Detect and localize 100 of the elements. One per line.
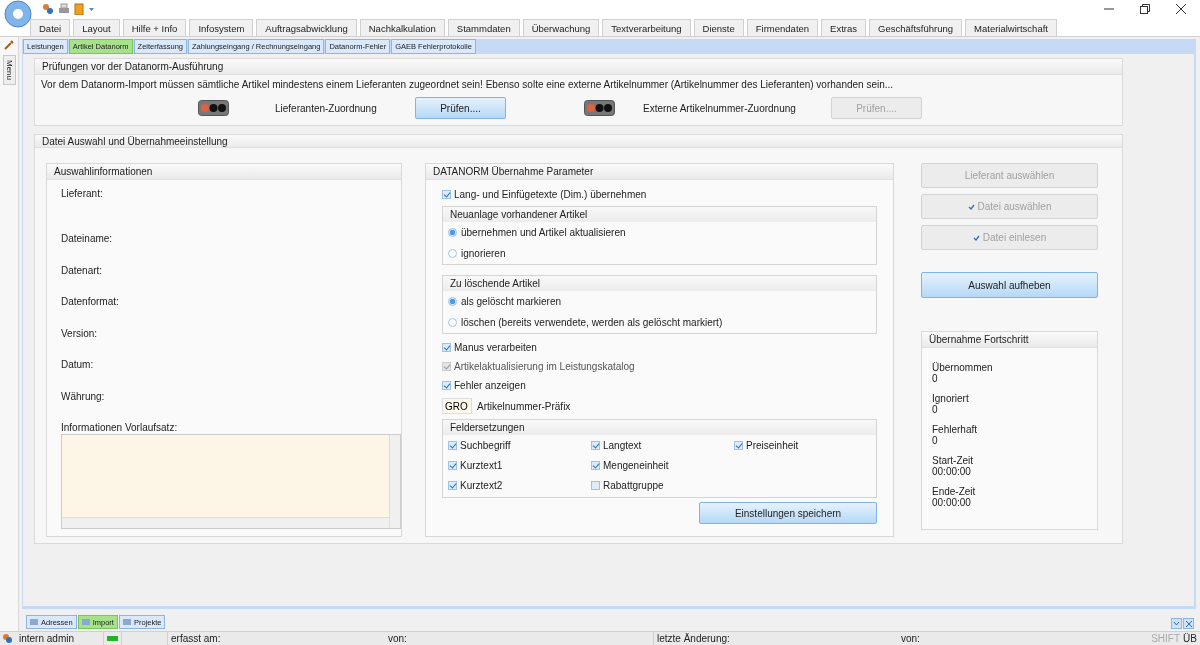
- info-label: Datenart:: [61, 264, 104, 278]
- ribbon-tab[interactable]: Geschäftsführung: [869, 19, 963, 36]
- checkbox[interactable]: [448, 461, 457, 470]
- traffic-light-icon: [198, 100, 229, 116]
- panel-title: Prüfungen vor der Datanorm-Ausführung: [35, 59, 1122, 75]
- progress-value: 0: [932, 435, 939, 446]
- checkbox[interactable]: [442, 381, 451, 390]
- progress-label: Ende-Zeit: [932, 486, 977, 497]
- group-title: Feldersetzungen: [443, 420, 876, 435]
- status-label: von:: [901, 633, 920, 644]
- users-icon: [2, 633, 13, 644]
- checkbox[interactable]: [442, 343, 451, 352]
- tab-icon: [81, 618, 91, 626]
- collapse-button[interactable]: [1171, 618, 1182, 629]
- checkbox[interactable]: [591, 481, 600, 490]
- checkbox-option[interactable]: Fehler anzeigen: [442, 376, 877, 395]
- close-button[interactable]: [1183, 618, 1194, 629]
- info-label: Dateiname:: [61, 233, 114, 246]
- users-icon[interactable]: [42, 3, 54, 15]
- ribbon-tab[interactable]: Layout: [73, 19, 120, 36]
- ribbon-tab[interactable]: Textverarbeitung: [602, 19, 691, 36]
- group-title: Neuanlage vorhandener Artikel: [443, 207, 876, 222]
- ribbon-tab[interactable]: Dienste: [693, 19, 744, 36]
- checkbox[interactable]: [448, 441, 457, 450]
- ribbon-tab[interactable]: Hilfe + Info: [122, 19, 187, 36]
- vertical-scrollbar[interactable]: [389, 435, 400, 528]
- close-icon[interactable]: [1176, 4, 1186, 14]
- progress-label: Start-Zeit: [932, 455, 975, 466]
- radio-option[interactable]: als gelöscht markieren: [443, 291, 876, 312]
- checkbox[interactable]: [591, 441, 600, 450]
- checkbox-option[interactable]: Preiseinheit: [734, 436, 871, 455]
- checkbox-option[interactable]: Lang- und Einfügetexte (Dim.) übernehmen: [442, 185, 877, 204]
- traffic-light-icon: [584, 100, 615, 116]
- checkbox-option[interactable]: Kurztext2: [448, 476, 591, 495]
- info-label: Version:: [61, 327, 99, 341]
- horizontal-scrollbar[interactable]: [62, 517, 389, 528]
- checkbox[interactable]: [591, 461, 600, 470]
- radio-button[interactable]: [448, 228, 457, 237]
- info-label: Datenformat:: [61, 296, 120, 309]
- checkbox-option[interactable]: Mengeneinheit: [591, 456, 734, 475]
- check-button[interactable]: Prüfen....: [415, 97, 506, 119]
- panel-title: Übernahme Fortschritt: [922, 332, 1097, 348]
- status-label: von:: [388, 633, 407, 644]
- radio-option[interactable]: ignorieren: [443, 243, 876, 264]
- ribbon-tab[interactable]: Datei: [30, 19, 71, 36]
- progress-value: 00:00:00: [932, 466, 972, 477]
- panel-title: Datei Auswahl und Übernahmeeinstellung: [35, 135, 1122, 148]
- ribbon-tab[interactable]: Auftragsabwicklung: [256, 19, 357, 36]
- progress-label: Fehlerhaft: [932, 424, 979, 435]
- tab-icon: [30, 618, 39, 626]
- printer-icon[interactable]: [58, 3, 70, 15]
- checkbox-option[interactable]: Kurztext1: [448, 456, 591, 475]
- checkbox-option[interactable]: Langtext: [591, 436, 734, 455]
- ribbon-tab[interactable]: Überwachung: [522, 19, 600, 36]
- key-indicator: SHIFT: [1151, 633, 1182, 644]
- checkbox[interactable]: [734, 441, 743, 450]
- checkbox-option[interactable]: Suchbegriff: [448, 436, 591, 455]
- clear-selection-button[interactable]: Auswahl aufheben: [921, 272, 1098, 298]
- ribbon-tab[interactable]: Firmendaten: [746, 19, 819, 36]
- ribbon-tab[interactable]: Nachkalkulation: [359, 19, 445, 36]
- panel-title: DATANORM Übernahme Parameter: [426, 164, 893, 180]
- radio-button[interactable]: [448, 249, 457, 258]
- radio-option[interactable]: übernehmen und Artikel aktualisieren: [443, 222, 876, 243]
- ribbon-tab[interactable]: Extras: [821, 19, 867, 36]
- group-title: Zu löschende Artikel: [443, 276, 876, 291]
- info-label: Lieferant:: [61, 188, 104, 201]
- key-indicator: ÜB: [1183, 633, 1198, 644]
- ribbon-tab[interactable]: Materialwirtschaft: [965, 19, 1057, 36]
- restore-icon[interactable]: [1140, 4, 1150, 14]
- ribbon-tab[interactable]: Stammdaten: [447, 19, 520, 36]
- app-orb-icon[interactable]: [4, 0, 32, 28]
- field-label: Artikelnummer-Präfix: [477, 400, 571, 412]
- notice-text: Vor dem Datanorm-Import müssen sämtliche Artikel mindestens einem Lieferanten zugeordnet sein! Ebenso solte eine externe Artikelnummer (Artikelnummer des Lieferanten) vorhanden sein...: [40, 78, 895, 92]
- radio-button[interactable]: [448, 318, 457, 327]
- checkbox-option[interactable]: Manus verarbeiten: [442, 338, 877, 357]
- radio-option[interactable]: löschen (bereits verwendete, werden als gelöscht markiert): [443, 312, 876, 333]
- close-icon: [1185, 620, 1192, 627]
- tools-icon[interactable]: [3, 39, 15, 51]
- progress-value: 0: [932, 404, 938, 415]
- ribbon-tab[interactable]: Infosystem: [189, 19, 254, 36]
- dropdown-icon[interactable]: [88, 6, 95, 12]
- save-settings-button[interactable]: Einstellungen speichern: [699, 502, 877, 524]
- info-label: Währung:: [61, 390, 106, 404]
- checkbox[interactable]: [448, 481, 457, 490]
- info-label: Datum:: [61, 359, 95, 372]
- progress-value: 00:00:00: [932, 497, 972, 508]
- user-name: intern admin: [19, 633, 75, 644]
- status-label: erfasst am:: [171, 633, 221, 644]
- progress-label: Übernommen: [932, 362, 994, 373]
- check-label: Lieferanten-Zuordnung: [274, 102, 378, 114]
- radio-button[interactable]: [448, 297, 457, 306]
- tab-icon: [122, 618, 132, 626]
- side-panel-tab[interactable]: Menu: [2, 55, 16, 85]
- indicator-icon: [107, 636, 118, 641]
- check-label: Externe Artikelnummer-Zuordnung: [642, 102, 797, 114]
- checkbox[interactable]: [442, 190, 451, 199]
- prefix-field[interactable]: GRO: [442, 398, 472, 414]
- panel-title: Auswahlinformationen: [47, 164, 401, 180]
- chevron-down-icon: [1173, 621, 1180, 626]
- checkbox-option[interactable]: Rabattgruppe: [591, 476, 734, 495]
